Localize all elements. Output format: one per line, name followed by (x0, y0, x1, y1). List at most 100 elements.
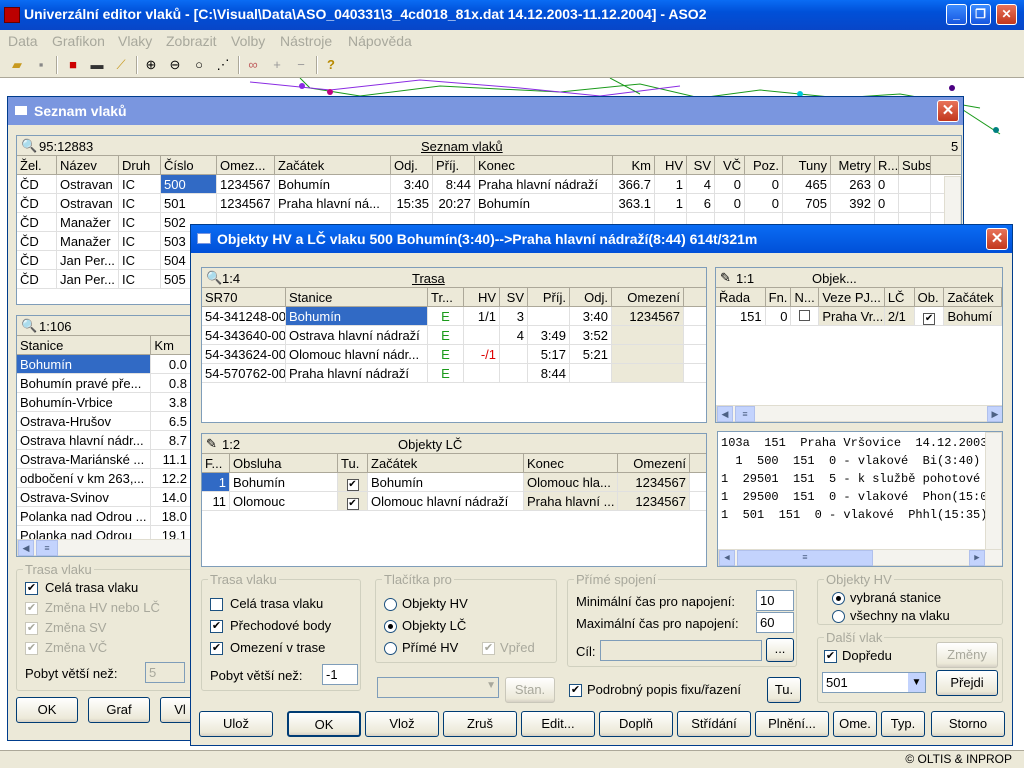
table-row[interactable]: Polanka nad Odrou ... 18.0 (17, 507, 191, 526)
scroll-left-icon[interactable]: ◀ (719, 550, 735, 566)
vsechny-radio[interactable] (832, 610, 845, 623)
col-header[interactable]: Číslo (161, 156, 217, 174)
dopredu-checkbox[interactable]: ✔ (824, 650, 837, 663)
route-grid[interactable]: 🔍 1:4 Trasa SR70 Stanice Tr... HV SV Pří… (201, 267, 707, 423)
col-header[interactable]: Ob. (915, 288, 945, 306)
col-header[interactable]: Km (613, 156, 655, 174)
pobyt-input[interactable]: -1 (322, 664, 358, 685)
omezeni-checkbox[interactable]: ✔ (210, 642, 223, 655)
zmena-sv-checkbox[interactable]: ✔ (25, 622, 38, 635)
col-header[interactable]: Začátek (944, 288, 1002, 306)
col-header[interactable]: HV (655, 156, 687, 174)
table-row[interactable]: Bohumín 0.0 (17, 355, 191, 374)
zmeny-button[interactable]: Změny (936, 642, 998, 668)
cela-trasa-checkbox[interactable] (210, 598, 223, 611)
link-icon[interactable]: ∞ (244, 56, 262, 74)
col-header[interactable]: Příj. (528, 288, 570, 306)
col-header[interactable]: Žel. (17, 156, 57, 174)
browse-button[interactable]: ... (766, 638, 794, 662)
station-select[interactable]: ▼ (377, 677, 499, 698)
prime-hv-radio[interactable] (384, 642, 397, 655)
table-row[interactable]: Bohumín-Vrbice 3.8 (17, 393, 191, 412)
col-header[interactable]: SR70 (202, 288, 286, 306)
scroll-thumb[interactable]: ≡ (737, 550, 873, 566)
table-row[interactable]: ČD Ostravan IC 500 1234567 Bohumín 3:40 8:44 Pra… (17, 175, 961, 194)
table-row[interactable]: Ostrava hlavní nádr... 8.7 (17, 431, 191, 450)
col-header[interactable]: F... (202, 454, 230, 472)
cil-input[interactable] (600, 640, 762, 661)
table-row[interactable]: odbočení v km 263,... 12.2 (17, 469, 191, 488)
col-header[interactable]: N... (791, 288, 820, 306)
vloz-button[interactable]: Vlož (365, 711, 439, 737)
plneni-button[interactable]: Plnění... (755, 711, 829, 737)
scroll-left-icon[interactable]: ◀ (717, 406, 733, 422)
cell-checkbox[interactable] (791, 307, 820, 325)
col-header[interactable]: Obsluha (230, 454, 338, 472)
col-header[interactable]: Začátek (275, 156, 391, 174)
cell-checkbox[interactable]: ✔ (915, 307, 945, 325)
table-row[interactable]: Ostrava-Mariánské ... 11.1 (17, 450, 191, 469)
col-header[interactable]: Odj. (570, 288, 612, 306)
table-row[interactable]: Ostrava-Hrušov 6.5 (17, 412, 191, 431)
col-header[interactable]: Omezení (612, 288, 684, 306)
col-header[interactable]: Subs (899, 156, 931, 174)
edit-line-icon[interactable]: ⟋ (112, 56, 130, 74)
col-header[interactable]: Metry (831, 156, 875, 174)
col-header[interactable]: Poz. (745, 156, 783, 174)
hv-objects-grid[interactable]: ✎ 1:1 Objek... Řada Fn. N... Veze PJ... … (715, 267, 1003, 423)
col-header[interactable]: R... (875, 156, 899, 174)
menu-vlaky[interactable]: Vlaky (118, 33, 152, 49)
save-icon[interactable]: ▪ (32, 56, 50, 74)
objekty-lc-radio[interactable] (384, 620, 397, 633)
log-box[interactable]: 103a 151 Praha Vršovice 14.12.2003 11.12… (717, 431, 1003, 567)
scroll-left-icon[interactable]: ◀ (18, 540, 34, 556)
col-header[interactable]: Řada (716, 288, 766, 306)
zmena-hv-checkbox[interactable]: ✔ (25, 602, 38, 615)
stations-hscroll[interactable]: ◀ ≡ (17, 539, 191, 556)
menu-data[interactable]: Data (8, 33, 38, 49)
typ-button[interactable]: Typ. (881, 711, 925, 737)
vybrana-stanice-radio[interactable] (832, 592, 845, 605)
table-row[interactable]: 11 Olomouc ✔ Olomouc hlavní nádraží Praha hl… (202, 492, 706, 511)
menu-grafikon[interactable]: Grafikon (52, 33, 105, 49)
zmena-vc-checkbox[interactable]: ✔ (25, 642, 38, 655)
help-icon[interactable]: ? (322, 56, 340, 74)
table-row[interactable]: 54-343640-00 Ostrava hlavní nádraží E 4 3:49… (202, 326, 706, 345)
menu-napoveda[interactable]: Nápověda (348, 33, 412, 49)
graf-button[interactable]: Graf (88, 697, 150, 723)
dopln-button[interactable]: Doplň (599, 711, 673, 737)
pobyt-input[interactable]: 5 (145, 662, 185, 683)
col-header[interactable]: Omez... (217, 156, 275, 174)
col-header[interactable]: Stanice (17, 336, 152, 354)
scroll-thumb[interactable]: ≡ (735, 406, 755, 422)
scroll-thumb[interactable]: ≡ (36, 540, 58, 556)
lc-grid[interactable]: ✎ 1:2 Objekty LČ F... Obsluha Tu. Začáte… (201, 433, 707, 567)
zoom-icon[interactable]: ○ (190, 56, 208, 74)
col-header[interactable]: Stanice (286, 288, 428, 306)
scroll-right-icon[interactable]: ▶ (987, 406, 1002, 422)
train-list-close-button[interactable]: ✕ (937, 100, 959, 122)
table-row[interactable]: 54-343624-00 Olomouc hlavní nádr... E -/1 5:… (202, 345, 706, 364)
col-header[interactable]: Odj. (391, 156, 433, 174)
col-header[interactable]: VČ (715, 156, 745, 174)
col-header[interactable]: Příj. (433, 156, 475, 174)
min-time-input[interactable]: 10 (756, 590, 794, 611)
stan-button[interactable]: Stan. (505, 677, 555, 703)
zoom-out-icon[interactable]: ⊖ (166, 56, 184, 74)
open-icon[interactable]: ▰ (8, 56, 26, 74)
locomotive-icon[interactable]: ▬ (88, 56, 106, 74)
menu-nastroje[interactable]: Nástroje (280, 33, 332, 49)
table-row[interactable]: 1 Bohumín ✔ Bohumín Olomouc hla... 1234567 (202, 473, 706, 492)
col-header[interactable]: Druh (119, 156, 161, 174)
menu-zobrazit[interactable]: Zobrazit (166, 33, 217, 49)
col-header[interactable]: Veze PJ... (819, 288, 885, 306)
zoom-in-icon[interactable]: ⊕ (142, 56, 160, 74)
plus-icon[interactable]: + (268, 56, 286, 74)
col-header[interactable]: SV (500, 288, 528, 306)
ok-button[interactable]: OK (16, 697, 78, 723)
checkbox[interactable]: ✔ (346, 498, 359, 510)
next-train-select[interactable]: 501 ▼ (822, 672, 926, 693)
col-header[interactable]: Tr... (428, 288, 464, 306)
max-time-input[interactable]: 60 (756, 612, 794, 633)
minimize-button[interactable]: _ (946, 4, 967, 25)
